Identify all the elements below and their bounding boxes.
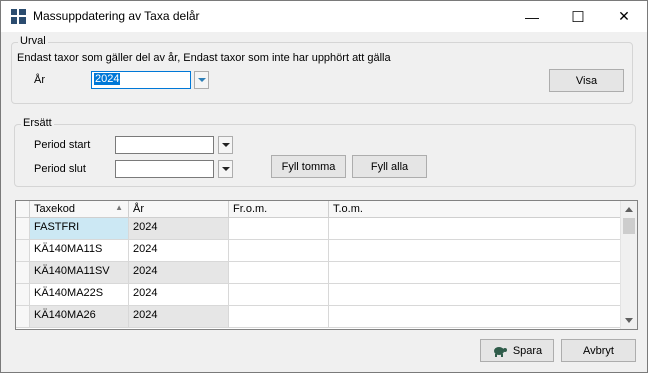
fyll-tomma-button[interactable]: Fyll tomma	[271, 155, 346, 178]
vertical-scrollbar[interactable]	[620, 201, 637, 329]
chevron-down-icon	[221, 167, 230, 171]
year-combobox[interactable]: 2024	[91, 71, 191, 89]
visa-button[interactable]: Visa	[549, 69, 624, 92]
scroll-up-icon[interactable]	[625, 207, 633, 212]
maximize-button[interactable]: ☐	[555, 1, 601, 32]
table-cell[interactable]: 2024	[129, 306, 229, 328]
year-value: 2024	[94, 73, 121, 85]
table-cell[interactable]	[329, 262, 621, 284]
period-start-label: Period start	[34, 139, 91, 151]
row-header-corner	[16, 201, 30, 218]
row-header[interactable]	[16, 284, 30, 306]
window-title: Massuppdatering av Taxa delår	[33, 9, 200, 23]
column-header-taxekod[interactable]: Taxekod ▲	[30, 201, 129, 218]
row-header[interactable]	[16, 262, 30, 284]
row-header[interactable]	[16, 306, 30, 328]
table-cell[interactable]	[329, 240, 621, 262]
table-cell[interactable]: KÄ140MA11S	[30, 240, 129, 262]
row-header[interactable]	[16, 240, 30, 262]
table-cell[interactable]: 2024	[129, 218, 229, 240]
scrollbar-thumb[interactable]	[623, 218, 635, 234]
period-slut-label: Period slut	[34, 163, 86, 175]
scroll-down-icon[interactable]	[625, 318, 633, 323]
table-cell[interactable]: FASTFRI	[30, 218, 129, 240]
period-start-dropdown-button[interactable]	[218, 136, 233, 154]
fyll-alla-button[interactable]: Fyll alla	[352, 155, 427, 178]
grid-app-icon	[11, 9, 26, 24]
table-cell[interactable]	[229, 284, 329, 306]
table-cell[interactable]: 2024	[129, 240, 229, 262]
table-cell[interactable]	[229, 262, 329, 284]
chevron-down-icon	[197, 78, 206, 82]
period-start-input[interactable]	[115, 136, 214, 154]
column-header-ar[interactable]: År	[129, 201, 229, 218]
sort-icon: ▲	[115, 203, 123, 212]
minimize-button[interactable]: —	[509, 1, 555, 32]
table-cell[interactable]	[229, 218, 329, 240]
close-button[interactable]: ✕	[601, 1, 647, 32]
dialog-window: Massuppdatering av Taxa delår — ☐ ✕ Urva…	[0, 0, 648, 373]
spara-button[interactable]: Spara	[480, 339, 554, 362]
table-cell[interactable]: 2024	[129, 284, 229, 306]
period-slut-input[interactable]	[115, 160, 214, 178]
column-header-tom[interactable]: T.o.m.	[329, 201, 621, 218]
row-header[interactable]	[16, 218, 30, 240]
table-cell[interactable]	[229, 240, 329, 262]
spara-label: Spara	[512, 344, 543, 357]
table-cell[interactable]: KÄ140MA11SV	[30, 262, 129, 284]
year-label: År	[34, 74, 45, 86]
table-cell[interactable]	[229, 306, 329, 328]
ersatt-legend: Ersätt	[21, 117, 54, 129]
table-cell[interactable]: 2024	[129, 262, 229, 284]
taxa-table: Taxekod ▲ År Fr.o.m. T.o.m. FASTFRI 2024…	[15, 200, 638, 330]
urval-description: Endast taxor som gäller del av år, Endas…	[17, 52, 391, 64]
urval-legend: Urval	[18, 35, 48, 47]
table-cell[interactable]: KÄ140MA22S	[30, 284, 129, 306]
year-dropdown-button[interactable]	[194, 71, 209, 89]
period-slut-dropdown-button[interactable]	[218, 160, 233, 178]
chevron-down-icon	[221, 143, 230, 147]
title-bar: Massuppdatering av Taxa delår — ☐ ✕	[1, 1, 647, 32]
column-header-from[interactable]: Fr.o.m.	[229, 201, 329, 218]
table-cell[interactable]	[329, 306, 621, 328]
table-cell[interactable]	[329, 218, 621, 240]
table-cell[interactable]	[329, 284, 621, 306]
avbryt-button[interactable]: Avbryt	[561, 339, 636, 362]
turtle-save-icon	[493, 346, 507, 357]
table-cell[interactable]: KÄ140MA26	[30, 306, 129, 328]
